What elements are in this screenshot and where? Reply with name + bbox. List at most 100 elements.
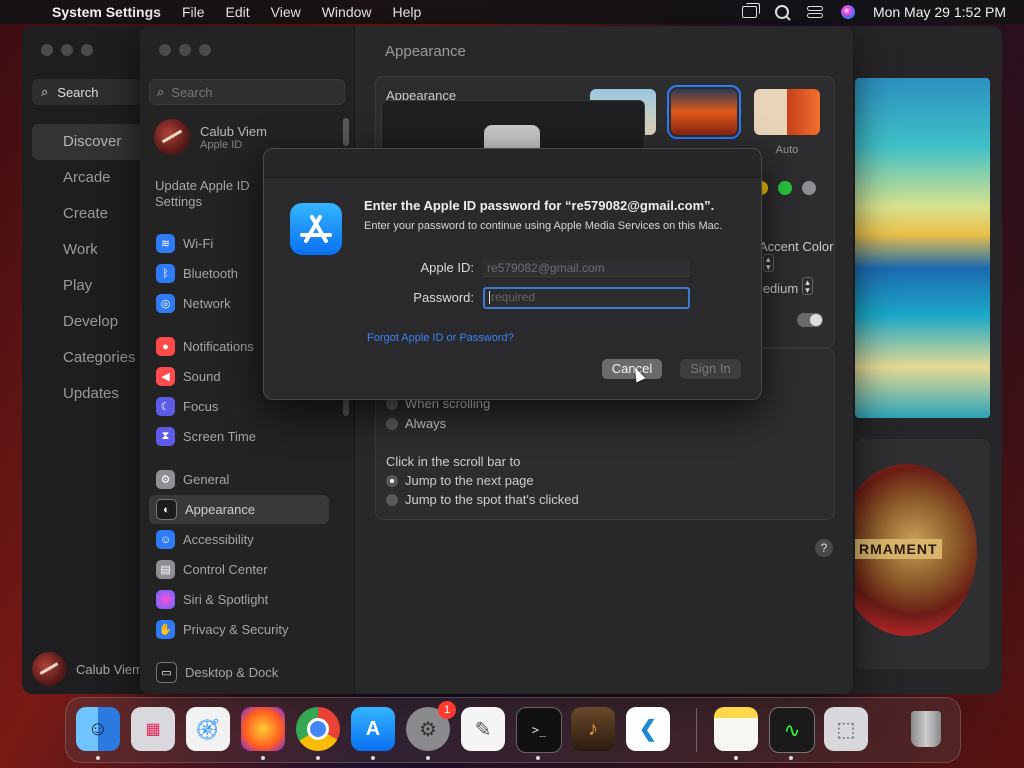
minimize-window-icon[interactable] bbox=[179, 44, 191, 56]
store-account[interactable]: Calub Viem bbox=[32, 652, 143, 686]
guitar-icon: ♪ bbox=[588, 717, 598, 740]
update-apple-id-settings[interactable]: Update Apple ID Settings bbox=[155, 178, 275, 210]
sidebar-item-label: General bbox=[183, 472, 230, 487]
highlight-color-select[interactable]: Accent Color▴ ▾ bbox=[759, 239, 834, 273]
store-nav-categories[interactable]: Categories bbox=[32, 340, 152, 376]
theme-auto[interactable] bbox=[754, 89, 820, 135]
store-nav-develop[interactable]: Develop bbox=[32, 304, 152, 340]
wallpaper-thumbnail[interactable] bbox=[855, 78, 990, 418]
sidebar-item-label: Desktop & Dock bbox=[185, 665, 279, 680]
trash-icon bbox=[911, 711, 941, 747]
menubar-clock[interactable]: Mon May 29 1:52 PM bbox=[873, 4, 1006, 20]
dock-garageband[interactable]: ♪ bbox=[571, 707, 615, 751]
dock-firefox[interactable] bbox=[241, 707, 285, 751]
store-nav-discover[interactable]: Discover bbox=[32, 124, 152, 160]
radio-jump-next-page[interactable]: Jump to the next page bbox=[386, 473, 534, 488]
radio-label: Jump to the spot that's clicked bbox=[405, 492, 579, 507]
pencil-icon: ✎ bbox=[474, 718, 492, 741]
sidebar-item-accessibility[interactable]: ☺ Accessibility bbox=[149, 525, 329, 554]
radio-show-always[interactable]: Always bbox=[386, 416, 446, 431]
menu-window[interactable]: Window bbox=[322, 4, 372, 20]
store-nav-updates[interactable]: Updates bbox=[32, 376, 152, 412]
menu-help[interactable]: Help bbox=[393, 4, 422, 20]
launchpad-icon: ▦ bbox=[145, 721, 161, 738]
apple-id-field: re579082@gmail.com bbox=[483, 260, 690, 277]
dock-terminal[interactable]: >_ bbox=[516, 707, 562, 753]
sidebar-item-privacy-security[interactable]: ✋ Privacy & Security bbox=[149, 615, 329, 644]
accent-graphite[interactable] bbox=[802, 181, 816, 195]
scrollbar-thumb[interactable] bbox=[343, 398, 349, 416]
store-search-field[interactable]: ⌕ Search bbox=[32, 79, 152, 105]
store-nav-play[interactable]: Play bbox=[32, 268, 152, 304]
close-window-icon[interactable] bbox=[159, 44, 171, 56]
store-nav-arcade[interactable]: Arcade bbox=[32, 160, 152, 196]
screen-mirroring-icon[interactable] bbox=[741, 3, 760, 18]
sidebar-item-desktop-dock[interactable]: ▭ Desktop & Dock bbox=[149, 658, 329, 687]
minimize-window-icon[interactable] bbox=[61, 44, 73, 56]
menu-file[interactable]: File bbox=[182, 4, 205, 20]
dock-trash[interactable] bbox=[904, 707, 948, 751]
dialog-description: Enter your password to continue using Ap… bbox=[364, 220, 723, 232]
sidebar-item-control-center[interactable]: ▤ Control Center bbox=[149, 555, 329, 584]
sidebar-item-general[interactable]: ⚙ General bbox=[149, 465, 329, 494]
scrollbar-thumb[interactable] bbox=[343, 118, 349, 146]
settings-search-input[interactable]: ⌕ Search bbox=[149, 79, 345, 105]
radio-button[interactable] bbox=[386, 417, 398, 430]
sidebar-item-appearance[interactable]: ◐ Appearance bbox=[149, 495, 329, 524]
dock-vscode[interactable]: ❮ bbox=[626, 707, 670, 751]
dock-app-store[interactable]: A bbox=[351, 707, 395, 751]
spotlight-icon[interactable] bbox=[774, 5, 789, 19]
apple-id-label: Apple ID: bbox=[420, 260, 474, 275]
dock-boot-camp[interactable]: ⬚ bbox=[824, 707, 868, 751]
control-center-icon[interactable] bbox=[806, 5, 823, 19]
wallpaper-tinting-toggle[interactable] bbox=[797, 313, 823, 327]
radio-jump-spot-clicked[interactable]: Jump to the spot that's clicked bbox=[386, 492, 579, 507]
help-button[interactable]: ? bbox=[815, 539, 833, 557]
search-icon: ⌕ bbox=[157, 84, 165, 99]
dock-chrome[interactable] bbox=[296, 707, 340, 751]
dock-activity-monitor[interactable]: ∿ bbox=[769, 707, 815, 753]
sidebar-item-label: Bluetooth bbox=[183, 266, 238, 281]
close-window-icon[interactable] bbox=[41, 44, 53, 56]
store-nav-work[interactable]: Work bbox=[32, 232, 152, 268]
zoom-window-icon[interactable] bbox=[81, 44, 93, 56]
dock-system-settings[interactable]: ⚙ 1 bbox=[406, 701, 456, 751]
running-indicator bbox=[789, 756, 793, 760]
gear-icon: ⚙ bbox=[156, 470, 175, 489]
dock-safari[interactable]: 🧭︎ bbox=[186, 707, 230, 751]
dock-launchpad[interactable]: ▦ bbox=[131, 707, 175, 751]
wallpaper-card[interactable]: RMAMENT bbox=[855, 439, 990, 669]
sign-in-button[interactable]: Sign In bbox=[680, 359, 741, 379]
store-sidebar: Discover Arcade Create Work Play Develop… bbox=[32, 124, 152, 412]
radio-button[interactable] bbox=[386, 474, 398, 487]
radio-button[interactable] bbox=[386, 493, 398, 506]
store-nav-create[interactable]: Create bbox=[32, 196, 152, 232]
sidebar-item-label: Accessibility bbox=[183, 532, 254, 547]
forgot-password-link[interactable]: Forgot Apple ID or Password? bbox=[367, 332, 514, 344]
theme-dark[interactable] bbox=[667, 85, 741, 139]
running-indicator bbox=[96, 756, 100, 760]
text-cursor bbox=[489, 291, 490, 305]
dock-finder[interactable]: ☺ bbox=[76, 707, 120, 751]
dock-textedit[interactable]: ✎ bbox=[461, 707, 505, 751]
menu-app-name[interactable]: System Settings bbox=[52, 4, 161, 20]
appearance-icon: ◐ bbox=[156, 499, 177, 520]
control-center-icon: ▤ bbox=[156, 560, 175, 579]
dialog-titlebar bbox=[264, 149, 761, 178]
sidebar-item-siri-spotlight[interactable]: Siri & Spotlight bbox=[149, 585, 329, 614]
radio-label: Always bbox=[405, 416, 447, 431]
dock-notes[interactable] bbox=[714, 707, 758, 751]
password-field[interactable]: required bbox=[483, 287, 690, 309]
account-name: Calub Viem bbox=[200, 123, 267, 139]
bluetooth-icon: ᛒ bbox=[156, 264, 175, 283]
menu-edit[interactable]: Edit bbox=[226, 4, 250, 20]
accent-green[interactable] bbox=[778, 181, 792, 195]
settings-search-placeholder: Search bbox=[171, 84, 213, 100]
sidebar-item-label: Focus bbox=[183, 399, 219, 414]
sidebar-item-screen-time[interactable]: ⧗ Screen Time bbox=[149, 422, 329, 451]
sidebar-item-label: Siri & Spotlight bbox=[183, 592, 269, 607]
apple-id-account[interactable]: Calub Viem Apple ID bbox=[154, 119, 267, 155]
zoom-window-icon[interactable] bbox=[199, 44, 211, 56]
menu-view[interactable]: View bbox=[271, 4, 301, 20]
siri-icon[interactable] bbox=[840, 5, 855, 19]
